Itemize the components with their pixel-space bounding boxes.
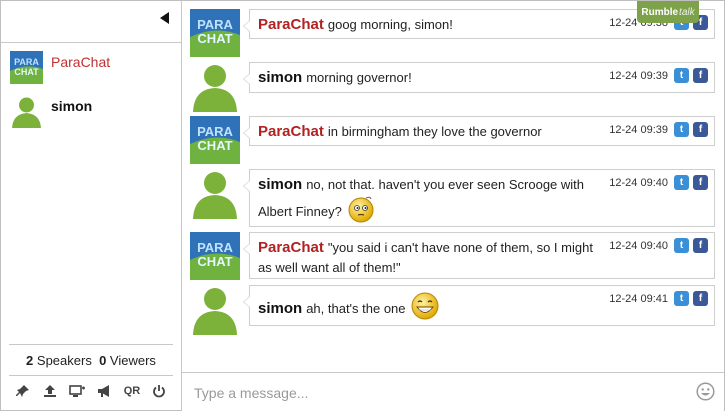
add-screen-icon[interactable]	[69, 383, 86, 399]
sidebar: PARA CHAT ParaChat simon 2 Speakers 0 Vi…	[1, 1, 182, 410]
upload-icon[interactable]	[42, 383, 58, 399]
user-name: ParaChat	[51, 54, 111, 70]
qr-label: QR	[123, 385, 141, 397]
thinking-emoji-icon	[346, 195, 376, 229]
message-author: simon	[258, 69, 303, 86]
message-text: no, not that. haven't you ever seen Scro…	[258, 177, 585, 220]
svg-text:CHAT: CHAT	[14, 67, 39, 77]
twitter-share-icon[interactable]: t	[674, 68, 689, 83]
parachat-avatar: PARA CHAT	[190, 232, 240, 285]
viewers-count: 0	[99, 353, 107, 368]
message-time: 12-24 09:39	[609, 69, 668, 82]
twitter-share-icon[interactable]: t	[674, 175, 689, 190]
sidebar-divider	[9, 375, 173, 376]
rumbletalk-badge[interactable]: Rumble talk	[637, 1, 699, 23]
message-author: ParaChat	[258, 123, 324, 140]
svg-text:PARA: PARA	[197, 17, 233, 32]
grin-emoji-icon	[410, 291, 440, 327]
message-text: goog morning, simon!	[327, 17, 453, 32]
parachat-avatar: PARA CHAT	[190, 9, 240, 62]
svg-text:CHAT: CHAT	[197, 254, 232, 269]
emoji-picker-icon[interactable]	[696, 382, 715, 406]
qr-icon[interactable]: QR	[123, 383, 141, 399]
facebook-share-icon[interactable]: f	[693, 122, 708, 137]
svg-text:CHAT: CHAT	[197, 31, 232, 46]
sidebar-divider	[1, 42, 181, 43]
message-text: ah, that's the one	[306, 301, 406, 317]
speakers-label: Speakers	[36, 353, 92, 368]
user-list: PARA CHAT ParaChat simon	[1, 49, 181, 137]
collapse-sidebar-icon[interactable]	[160, 12, 169, 24]
message-bubble: simon no, not that. haven't you ever seen…	[243, 169, 715, 229]
facebook-share-icon[interactable]: f	[693, 68, 708, 83]
parachat-avatar: PARA CHAT	[10, 51, 43, 89]
toolbar: QR	[1, 383, 181, 399]
user-avatar	[190, 169, 240, 224]
user-list-item[interactable]: simon	[1, 93, 181, 135]
user-avatar	[10, 95, 43, 133]
message-bubble: ParaChat in birmingham they love the gove…	[243, 116, 715, 146]
megaphone-icon[interactable]	[97, 383, 113, 399]
user-avatar	[190, 285, 240, 340]
user-list-item[interactable]: PARA CHAT ParaChat	[1, 49, 181, 91]
chat-window: PARA CHAT ParaChat simon 2 Speakers 0 Vi…	[0, 0, 725, 411]
user-avatar	[190, 62, 240, 117]
viewers-label: Viewers	[109, 353, 156, 368]
facebook-share-icon[interactable]: f	[693, 238, 708, 253]
brand-name-part: Rumble	[641, 6, 679, 18]
message-bubble: ParaChat "you said i can't have none of t…	[243, 232, 715, 279]
sidebar-divider	[9, 344, 173, 345]
message-bubble: simon morning governor! 12-24 09:39 t f	[243, 62, 715, 93]
room-stats: 2 Speakers 0 Viewers	[1, 353, 181, 368]
facebook-share-icon[interactable]: f	[693, 175, 708, 190]
message-author: ParaChat	[258, 16, 324, 33]
parachat-avatar: PARA CHAT	[190, 116, 240, 169]
message-time: 12-24 09:41	[609, 292, 668, 305]
message-time: 12-24 09:40	[609, 239, 668, 252]
user-name: simon	[51, 98, 93, 114]
message-text: morning governor!	[306, 70, 412, 85]
power-icon[interactable]	[151, 383, 167, 399]
message-author: simon	[258, 176, 303, 193]
twitter-share-icon[interactable]: t	[674, 122, 689, 137]
message-input[interactable]	[192, 382, 686, 404]
twitter-share-icon[interactable]: t	[674, 238, 689, 253]
message-author: simon	[258, 300, 303, 318]
svg-text:PARA: PARA	[197, 240, 233, 255]
speakers-count: 2	[26, 353, 34, 368]
svg-text:PARA: PARA	[14, 57, 39, 67]
facebook-share-icon[interactable]: f	[693, 291, 708, 306]
message-author: ParaChat	[258, 239, 324, 256]
message-time: 12-24 09:40	[609, 176, 668, 189]
message-composer	[182, 372, 724, 411]
twitter-share-icon[interactable]: t	[674, 291, 689, 306]
brand-name-part: talk	[679, 6, 695, 18]
svg-text:CHAT: CHAT	[197, 138, 232, 153]
message-text: in birmingham they love the governor	[327, 124, 542, 139]
message-list[interactable]: PARA CHAT ParaChat goog morning, simon! 1…	[182, 1, 724, 366]
svg-text:PARA: PARA	[197, 124, 233, 139]
pin-icon[interactable]	[15, 383, 31, 399]
message-time: 12-24 09:39	[609, 123, 668, 136]
message-bubble: simon ah, that's the one 12-24 09:41 t f	[243, 285, 715, 327]
